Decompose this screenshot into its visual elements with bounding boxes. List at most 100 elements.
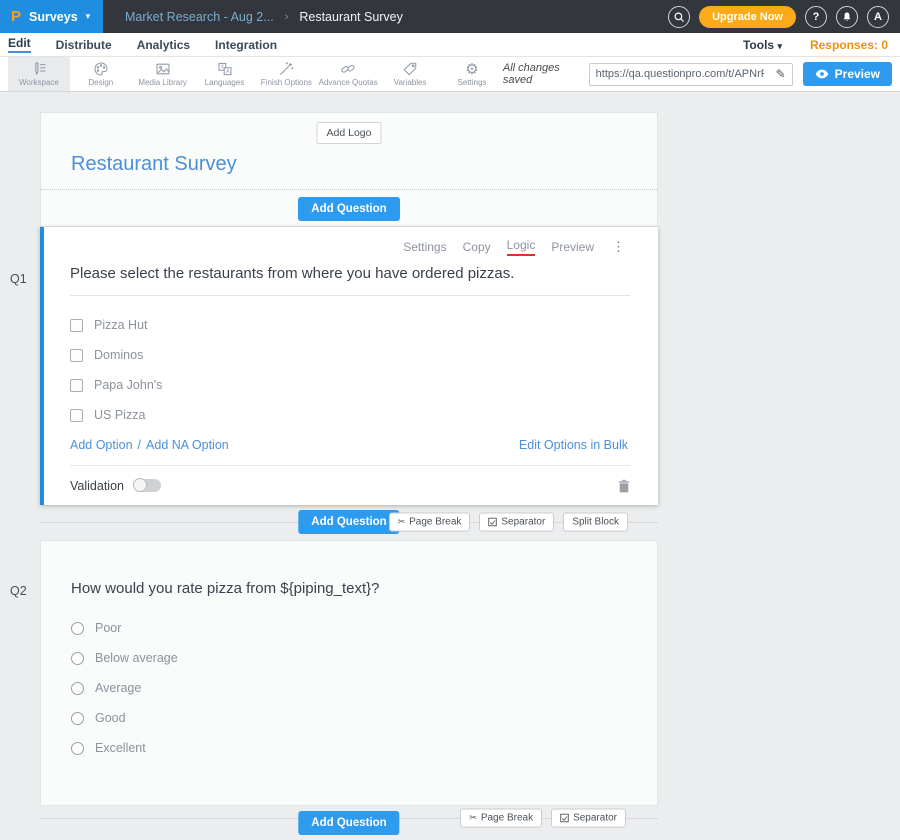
- breadcrumb-current: Restaurant Survey: [299, 10, 403, 24]
- question-code-q2: Q2: [10, 584, 27, 598]
- add-option-link[interactable]: Add Option: [70, 438, 133, 452]
- chevron-down-icon: ▾: [86, 11, 91, 22]
- option-label[interactable]: Papa John's: [94, 378, 162, 392]
- tab-analytics[interactable]: Analytics: [137, 38, 190, 52]
- autosave-status: All changes saved: [503, 62, 579, 86]
- option-label[interactable]: Dominos: [94, 348, 143, 362]
- separator-button[interactable]: Separator: [479, 513, 554, 532]
- kebab-menu-icon[interactable]: ⋮: [612, 239, 626, 255]
- page-break-button[interactable]: ✂ Page Break: [460, 809, 542, 828]
- add-na-option-link[interactable]: Add NA Option: [146, 438, 229, 452]
- answer-option-row: US Pizza: [70, 400, 630, 430]
- page-break-button[interactable]: ✂ Page Break: [389, 513, 471, 532]
- checkbox[interactable]: [70, 379, 83, 392]
- answer-option-row: Excellent: [71, 733, 629, 763]
- breadcrumb-separator-icon: ›: [285, 11, 289, 23]
- checkbox[interactable]: [70, 409, 83, 422]
- trash-icon: [618, 479, 630, 493]
- topbar-actions: Upgrade Now ? A: [668, 6, 900, 28]
- question-logic-link[interactable]: Logic: [507, 238, 536, 256]
- toolbar-item-advance-quotas[interactable]: Advance Quotas: [317, 57, 379, 91]
- add-question-button-mid[interactable]: Add Question: [298, 510, 399, 534]
- breadcrumb-folder[interactable]: Market Research - Aug 2...: [125, 10, 274, 24]
- answer-option-row: Papa John's: [70, 370, 630, 400]
- radio-button[interactable]: [71, 622, 84, 635]
- toolbar-item-languages[interactable]: XA Languages: [194, 57, 256, 91]
- tools-menu[interactable]: Tools ▾: [743, 38, 782, 52]
- add-question-button-bottom[interactable]: Add Question: [298, 811, 399, 835]
- delete-question-button[interactable]: [618, 479, 630, 493]
- survey-url-input[interactable]: [590, 68, 770, 80]
- editor-toolbar: Workspace Design Media Library XA Langua…: [0, 57, 900, 92]
- separator-button[interactable]: Separator: [551, 809, 626, 828]
- add-question-button-top[interactable]: Add Question: [298, 197, 399, 221]
- checkbox[interactable]: [70, 349, 83, 362]
- preview-button[interactable]: Preview: [803, 62, 892, 86]
- option-label[interactable]: Pizza Hut: [94, 318, 148, 332]
- question-card-q2: How would you rate pizza from ${piping_t…: [40, 540, 658, 806]
- toolbar-item-finish-options[interactable]: Finish Options: [255, 57, 317, 91]
- separator-icon: [560, 814, 569, 823]
- gear-icon: ⚙: [465, 61, 478, 77]
- question-text-q2[interactable]: How would you rate pizza from ${piping_t…: [71, 579, 629, 599]
- radio-button[interactable]: [71, 652, 84, 665]
- checkbox[interactable]: [70, 319, 83, 332]
- tag-icon: [402, 61, 418, 77]
- notifications-button[interactable]: [836, 6, 858, 28]
- chain-link-icon: [340, 61, 356, 77]
- survey-url-box: ✎: [589, 63, 793, 86]
- search-button[interactable]: [668, 6, 690, 28]
- question-card-q1: Settings Copy Logic Preview ⋮ Please sel…: [40, 227, 658, 505]
- edit-options-bulk-link[interactable]: Edit Options in Bulk: [519, 438, 628, 452]
- scissors-icon: ✂: [398, 517, 406, 528]
- toolbar-item-media-library[interactable]: Media Library: [132, 57, 194, 91]
- tab-edit[interactable]: Edit: [8, 36, 31, 53]
- toolbar-item-workspace[interactable]: Workspace: [8, 57, 70, 91]
- question-preview-link[interactable]: Preview: [551, 240, 594, 254]
- account-avatar[interactable]: A: [867, 6, 889, 28]
- option-label[interactable]: Below average: [95, 651, 178, 665]
- question-settings-link[interactable]: Settings: [403, 240, 446, 254]
- toolbar-item-variables[interactable]: Variables: [379, 57, 441, 91]
- option-label[interactable]: Excellent: [95, 741, 146, 755]
- radio-button[interactable]: [71, 712, 84, 725]
- option-label[interactable]: Average: [95, 681, 141, 695]
- upgrade-now-button[interactable]: Upgrade Now: [699, 6, 796, 28]
- question-code-q1: Q1: [10, 272, 27, 286]
- edit-url-icon[interactable]: ✎: [770, 67, 792, 81]
- insert-strip-2: Add Question ✂ Page Break Separator: [40, 806, 658, 840]
- radio-button[interactable]: [71, 742, 84, 755]
- help-button[interactable]: ?: [805, 6, 827, 28]
- responses-count: Responses: 0: [810, 38, 888, 52]
- validation-label: Validation: [70, 479, 124, 493]
- question-text-q1[interactable]: Please select the restaurants from where…: [70, 265, 630, 296]
- add-logo-button[interactable]: Add Logo: [317, 122, 382, 144]
- search-icon: [673, 11, 685, 23]
- validation-toggle[interactable]: [134, 479, 161, 492]
- section-tabs-bar: Edit Distribute Analytics Integration To…: [0, 33, 900, 57]
- question-copy-link[interactable]: Copy: [463, 240, 491, 254]
- option-label[interactable]: Poor: [95, 621, 121, 635]
- toolbar-item-settings[interactable]: ⚙ Settings: [441, 57, 503, 91]
- option-label[interactable]: US Pizza: [94, 408, 145, 422]
- tab-distribute[interactable]: Distribute: [56, 38, 112, 52]
- question-footer-q1: Validation: [70, 465, 630, 505]
- survey-canvas: Q1 Q2 Add Logo Restaurant Survey Add Que…: [0, 92, 900, 840]
- answer-option-row: Poor: [71, 613, 629, 643]
- svg-text:X: X: [220, 65, 224, 71]
- answer-option-row: Average: [71, 673, 629, 703]
- surveys-menu[interactable]: P Surveys ▾: [0, 0, 103, 33]
- option-label[interactable]: Good: [95, 711, 126, 725]
- tab-integration[interactable]: Integration: [215, 38, 277, 52]
- survey-header-card: Add Logo Restaurant Survey Add Question: [40, 112, 658, 227]
- answer-option-row: Below average: [71, 643, 629, 673]
- magic-wand-icon: [278, 61, 294, 77]
- split-block-button[interactable]: Split Block: [563, 513, 628, 532]
- translate-icon: XA: [217, 61, 233, 77]
- bell-icon: [841, 11, 853, 23]
- breadcrumb: Market Research - Aug 2... › Restaurant …: [125, 10, 668, 24]
- survey-title[interactable]: Restaurant Survey: [71, 153, 237, 176]
- top-navbar: P Surveys ▾ Market Research - Aug 2... ›…: [0, 0, 900, 33]
- radio-button[interactable]: [71, 682, 84, 695]
- toolbar-item-design[interactable]: Design: [70, 57, 132, 91]
